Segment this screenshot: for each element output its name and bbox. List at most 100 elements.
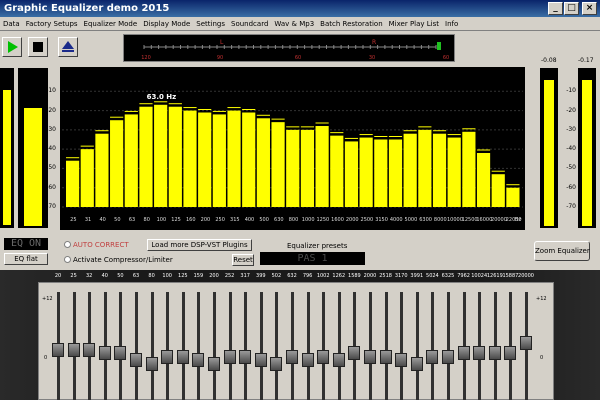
menu-bar: Data Factory Setups Equalizer Mode Display … <box>0 17 600 31</box>
eq-flat-button[interactable]: EQ flat <box>4 253 48 265</box>
band-label: 10024 <box>471 273 488 279</box>
band-label: 3170 <box>394 273 408 279</box>
band-slider-knob[interactable] <box>98 346 111 360</box>
slider-track <box>244 292 248 400</box>
balance-indicator <box>437 42 441 50</box>
spectrum-y-tick: -20 <box>46 106 56 114</box>
maximize-button[interactable]: □ <box>564 2 579 15</box>
slider-track <box>259 292 263 400</box>
band-slider-knob[interactable] <box>457 346 470 360</box>
menu-item[interactable]: Mixer Play List <box>386 17 442 31</box>
band-slider-knob[interactable] <box>301 353 314 367</box>
menu-item[interactable]: Settings <box>193 17 228 31</box>
slider-track <box>400 292 404 400</box>
slider-track <box>369 292 372 400</box>
eject-button[interactable] <box>58 37 78 57</box>
band-slider-knob[interactable] <box>223 349 236 364</box>
minimize-button[interactable]: _ <box>548 2 563 15</box>
spectrum-bar <box>462 131 476 207</box>
zoom-equalizer-button[interactable]: Zoom Equalizer <box>534 241 590 261</box>
stop-button[interactable] <box>28 37 48 57</box>
spectrum-bar <box>168 106 182 207</box>
menu-item[interactable]: Info <box>442 17 461 31</box>
spectrum-freq-label: 31 <box>85 217 91 223</box>
menu-item[interactable]: Wav & Mp3 <box>271 17 317 31</box>
band-slider-knob[interactable] <box>130 353 142 367</box>
right-meter-value-2: -0.17 <box>578 57 594 64</box>
spectrum-freq-label: 40 <box>100 217 106 223</box>
band-label: 632 <box>287 273 297 279</box>
load-plugins-button[interactable]: Load more DSP-VST Plugins <box>147 239 252 251</box>
band-slider-knob[interactable] <box>161 349 174 364</box>
band-slider-knob[interactable] <box>317 349 330 364</box>
band-slider-knob[interactable] <box>488 346 501 360</box>
spectrum-unit: Hz <box>515 217 522 223</box>
band-slider-knob[interactable] <box>145 356 158 371</box>
spectrum-bar <box>95 133 109 207</box>
menu-item[interactable]: Display Mode <box>140 17 193 31</box>
reset-button[interactable]: Reset <box>232 254 254 266</box>
spectrum-freq-label: 5000 <box>405 217 418 223</box>
spectrum-freq-label: 1600 <box>331 217 344 223</box>
slider-track <box>213 292 216 400</box>
spectrum-bar <box>300 129 315 207</box>
close-button[interactable]: × <box>582 2 597 15</box>
band-slider-knob[interactable] <box>67 342 80 357</box>
eject-icon <box>62 41 74 52</box>
spectrum-freq-label: 16000 <box>476 217 492 223</box>
band-slider-knob[interactable] <box>364 349 376 364</box>
spectrum-bar <box>66 160 80 207</box>
band-slider-knob[interactable] <box>176 349 189 364</box>
band-slider-knob[interactable] <box>332 353 345 367</box>
band-slider-knob[interactable] <box>52 342 64 357</box>
menu-item[interactable]: Equalizer Mode <box>81 17 141 31</box>
band-label: 1002 <box>316 273 330 279</box>
spectrum-freq-label: 4000 <box>390 217 403 223</box>
menu-item[interactable]: Factory Setups <box>23 17 81 31</box>
band-slider-knob[interactable] <box>254 353 267 367</box>
band-slider-knob[interactable] <box>504 346 517 360</box>
eq-status-display: EQ ON <box>4 238 48 250</box>
spectrum-bar <box>330 135 344 207</box>
auto-correct-radio[interactable] <box>64 241 71 248</box>
balance-bottom-label: 60 <box>443 55 449 61</box>
level-y-tick: -30 <box>566 125 576 133</box>
band-slider-knob[interactable] <box>473 346 486 360</box>
band-slider-knob[interactable] <box>239 349 252 364</box>
right-level-bar-2 <box>582 80 592 226</box>
slider-frame <box>38 282 554 400</box>
band-label: 100 <box>162 273 172 279</box>
play-button[interactable] <box>2 37 22 57</box>
band-slider-knob[interactable] <box>208 356 220 371</box>
preset-display[interactable]: PAS 1 <box>260 252 365 265</box>
menu-item[interactable]: Data <box>0 17 23 31</box>
spectrum-bar <box>286 129 300 207</box>
spectrum-bar <box>80 149 94 207</box>
band-slider-knob[interactable] <box>192 353 205 367</box>
spectrum-y-tick: -50 <box>46 164 56 172</box>
menu-item[interactable]: Batch Restoration <box>317 17 385 31</box>
band-slider-knob[interactable] <box>395 353 408 367</box>
spectrum-freq-label: 1250 <box>316 217 329 223</box>
band-slider-knob[interactable] <box>270 356 283 371</box>
band-slider-knob[interactable] <box>410 356 423 371</box>
band-slider-knob[interactable] <box>379 349 392 364</box>
menu-item[interactable]: Soundcard <box>228 17 271 31</box>
spectrum-bar <box>242 112 256 207</box>
band-slider-knob[interactable] <box>114 346 127 360</box>
slider-track <box>181 292 185 400</box>
band-label: 796 <box>302 273 313 279</box>
spectrum-freq-label: 315 <box>230 217 240 223</box>
band-slider-knob[interactable] <box>286 349 298 364</box>
band-slider-knob[interactable] <box>426 349 439 364</box>
compressor-checkbox[interactable] <box>64 256 71 263</box>
band-slider-knob[interactable] <box>442 349 454 364</box>
band-slider-knob[interactable] <box>83 342 96 357</box>
slider-track <box>291 292 294 400</box>
spectrum-bar <box>198 112 212 207</box>
band-slider-knob[interactable] <box>520 335 532 350</box>
band-slider-knob[interactable] <box>348 346 361 360</box>
compressor-label: Activate Compressor/Limiter <box>73 256 173 264</box>
slider-track <box>228 292 232 400</box>
spectrum-freq-label: 6300 <box>419 217 432 223</box>
